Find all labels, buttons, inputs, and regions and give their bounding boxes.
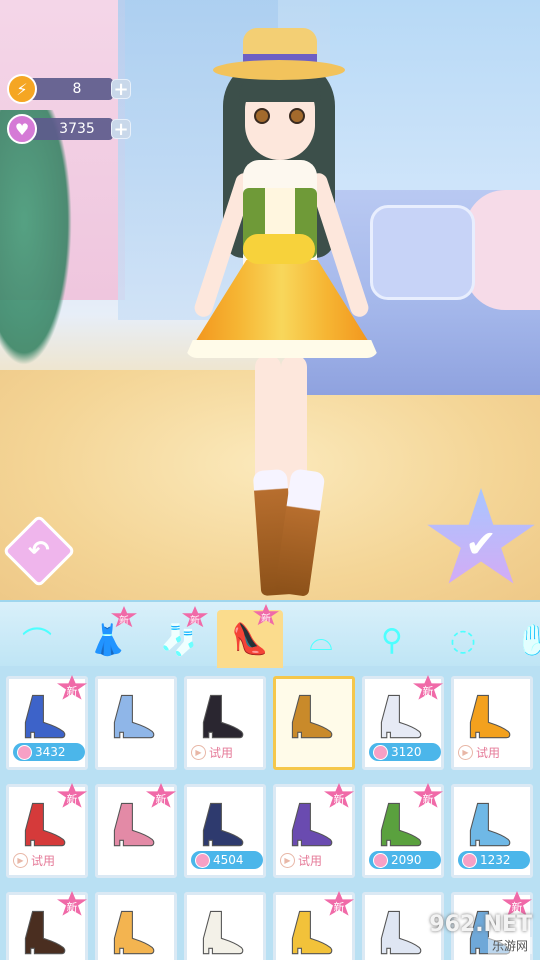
trial-label: 试用 — [298, 853, 323, 868]
shoe-thumbnail — [291, 802, 333, 847]
play-icon: ▶ — [191, 744, 206, 760]
gem-coin-icon — [373, 852, 388, 868]
price-tag: 2090 — [369, 851, 441, 869]
character-avatar[interactable] — [165, 10, 395, 605]
price-value: 1232 — [480, 853, 511, 867]
trial-label: 试用 — [31, 853, 56, 868]
shoe-item[interactable] — [273, 676, 355, 770]
shoe-thumbnail — [291, 910, 333, 955]
lightning-icon: ⚡ — [7, 74, 37, 104]
price-value: 4504 — [213, 853, 244, 867]
price-tag: 4504 — [191, 851, 263, 869]
shoe-thumbnail — [380, 802, 422, 847]
tab-socks[interactable]: 🧦 新 — [146, 606, 212, 668]
character-eye-left — [254, 108, 270, 124]
play-icon: ▶ — [458, 744, 473, 760]
shoe-thumbnail — [24, 802, 66, 847]
play-icon: ▶ — [13, 852, 28, 868]
socks-icon: 🧦 — [160, 622, 198, 658]
energy-value: 8 — [72, 81, 82, 97]
shoe-item[interactable]: 4504 — [184, 784, 266, 878]
trial-label: 试用 — [476, 745, 501, 760]
shoe-thumbnail — [469, 694, 511, 739]
character-bow — [243, 234, 315, 264]
tab-headband[interactable]: ⌓ — [288, 612, 354, 668]
gem-counter: ♥ 3735 + — [7, 114, 131, 144]
shoe-item[interactable] — [95, 676, 177, 770]
shoe-item[interactable]: 新 — [6, 891, 88, 960]
shoe-item[interactable] — [95, 892, 177, 960]
trial-button[interactable]: ▶ 试用 — [13, 851, 55, 869]
shoe-thumbnail — [113, 694, 155, 739]
category-tab-bar: ⌒ 👗 新 🧦 新 👠 新 ⌓ ⚲ ◌ ✋ — [0, 600, 540, 668]
gem-coin-icon — [17, 744, 32, 760]
gem-coin-icon — [195, 852, 210, 868]
heart-pillow — [465, 190, 540, 310]
dress-icon: 👗 — [89, 622, 127, 658]
gem-coin-icon — [462, 852, 477, 868]
shoe-thumbnail — [291, 694, 333, 739]
shoe-item[interactable]: 新 — [95, 783, 177, 878]
shoe-thumbnail — [113, 910, 155, 955]
price-value: 3120 — [391, 745, 422, 759]
trial-label: 试用 — [209, 745, 234, 760]
shoe-thumbnail — [469, 802, 511, 847]
price-tag: 1232 — [458, 851, 530, 869]
back-arrow-icon: ↶ — [28, 535, 50, 566]
shoe-thumbnail — [202, 694, 244, 739]
high-heel-icon: 👠 — [231, 621, 269, 657]
tab-hair[interactable]: ⌒ — [4, 612, 70, 668]
price-tag: 3432 — [13, 743, 85, 761]
tab-hand[interactable]: ✋ — [501, 612, 540, 668]
trial-button[interactable]: ▶ 试用 — [191, 743, 233, 761]
tab-necklace[interactable]: ◌ — [430, 612, 496, 668]
shoe-thumbnail — [380, 694, 422, 739]
gem-value: 3735 — [59, 121, 95, 137]
shoe-item[interactable] — [184, 892, 266, 960]
shoe-item[interactable]: ▶ 试用新 — [6, 783, 88, 878]
add-energy-button[interactable]: + — [111, 79, 131, 100]
watermark-sub: 乐游网 — [487, 936, 532, 954]
necklace-icon: ◌ — [449, 622, 477, 658]
tab-dress[interactable]: 👗 新 — [75, 606, 141, 668]
shoe-item[interactable]: 2090 新 — [362, 783, 444, 878]
character-eye-right — [289, 108, 305, 124]
hand-icon: ✋ — [515, 622, 540, 658]
tab-shoes[interactable]: 👠 新 — [217, 604, 283, 668]
earrings-icon: ⚲ — [381, 622, 403, 658]
shoe-item[interactable]: ▶ 试用 — [451, 676, 533, 770]
shoe-item[interactable]: 1232 — [451, 784, 533, 878]
trial-button[interactable]: ▶ 试用 — [458, 743, 500, 761]
hat-brim — [213, 60, 345, 80]
gem-coin-icon — [373, 744, 388, 760]
shoe-item[interactable]: 3432 新 — [6, 675, 88, 770]
character-skirt-frill — [185, 340, 379, 358]
price-value: 2090 — [391, 853, 422, 867]
headband-icon: ⌓ — [309, 622, 333, 658]
watermark-logo: 962.NET — [429, 911, 532, 937]
shoe-thumbnail — [24, 694, 66, 739]
tab-earrings[interactable]: ⚲ — [359, 612, 425, 668]
shoe-item[interactable]: ▶ 试用 — [184, 676, 266, 770]
heart-gem-icon: ♥ — [7, 114, 37, 144]
shoe-thumbnail — [202, 910, 244, 955]
price-tag: 3120 — [369, 743, 441, 761]
check-icon: ✔ — [465, 521, 497, 566]
shoe-thumbnail — [24, 910, 66, 955]
play-icon: ▶ — [280, 852, 295, 868]
hair-icon: ⌒ — [22, 626, 52, 661]
shoe-thumbnail — [113, 802, 155, 847]
site-watermark: 962.NET 乐游网 — [400, 905, 540, 960]
shoe-item[interactable]: 3120 新 — [362, 675, 444, 770]
add-gems-button[interactable]: + — [111, 119, 131, 140]
shoe-item[interactable]: ▶ 试用新 — [273, 783, 355, 878]
shoe-thumbnail — [202, 802, 244, 847]
shoe-item[interactable]: 新 — [273, 891, 355, 960]
energy-counter: ⚡ 8 + — [7, 74, 131, 104]
trial-button[interactable]: ▶ 试用 — [280, 851, 322, 869]
price-value: 3432 — [35, 745, 66, 759]
potted-plant — [0, 110, 80, 390]
